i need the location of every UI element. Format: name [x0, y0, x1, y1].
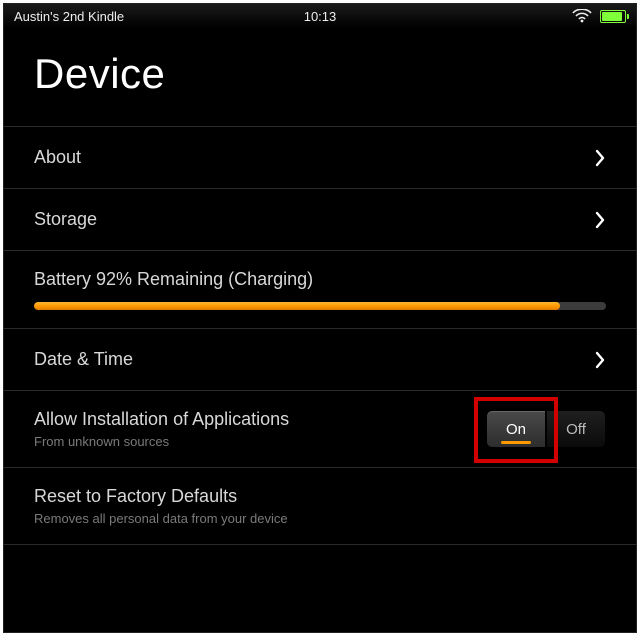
- allow-install-label: Allow Installation of Applications: [34, 409, 289, 430]
- chevron-right-icon: [594, 149, 606, 167]
- about-row[interactable]: About: [4, 126, 636, 188]
- reset-label: Reset to Factory Defaults: [34, 486, 288, 507]
- reset-row[interactable]: Reset to Factory Defaults Removes all pe…: [4, 467, 636, 545]
- toggle-off-option[interactable]: Off: [546, 410, 606, 448]
- chevron-right-icon: [594, 211, 606, 229]
- page-title: Device: [4, 28, 636, 126]
- device-screen: Austin's 2nd Kindle 10:13 Device About: [3, 3, 637, 633]
- status-bar: Austin's 2nd Kindle 10:13: [4, 4, 636, 28]
- storage-row[interactable]: Storage: [4, 188, 636, 250]
- clock-label: 10:13: [304, 9, 337, 24]
- battery-icon: [600, 10, 626, 23]
- allow-install-row: Allow Installation of Applications From …: [4, 390, 636, 467]
- allow-install-sub: From unknown sources: [34, 434, 289, 449]
- toggle-on-option[interactable]: On: [486, 410, 546, 448]
- datetime-label: Date & Time: [34, 349, 133, 370]
- datetime-row[interactable]: Date & Time: [4, 328, 636, 390]
- reset-sub: Removes all personal data from your devi…: [34, 511, 288, 526]
- allow-install-toggle: On Off: [486, 410, 606, 448]
- battery-label: Battery 92% Remaining (Charging): [34, 269, 606, 290]
- wifi-icon: [572, 9, 592, 23]
- battery-progress-fill: [34, 302, 560, 310]
- storage-label: Storage: [34, 209, 97, 230]
- battery-progress-track: [34, 302, 606, 310]
- chevron-right-icon: [594, 351, 606, 369]
- about-label: About: [34, 147, 81, 168]
- battery-row: Battery 92% Remaining (Charging): [4, 250, 636, 328]
- device-name-label: Austin's 2nd Kindle: [14, 9, 124, 24]
